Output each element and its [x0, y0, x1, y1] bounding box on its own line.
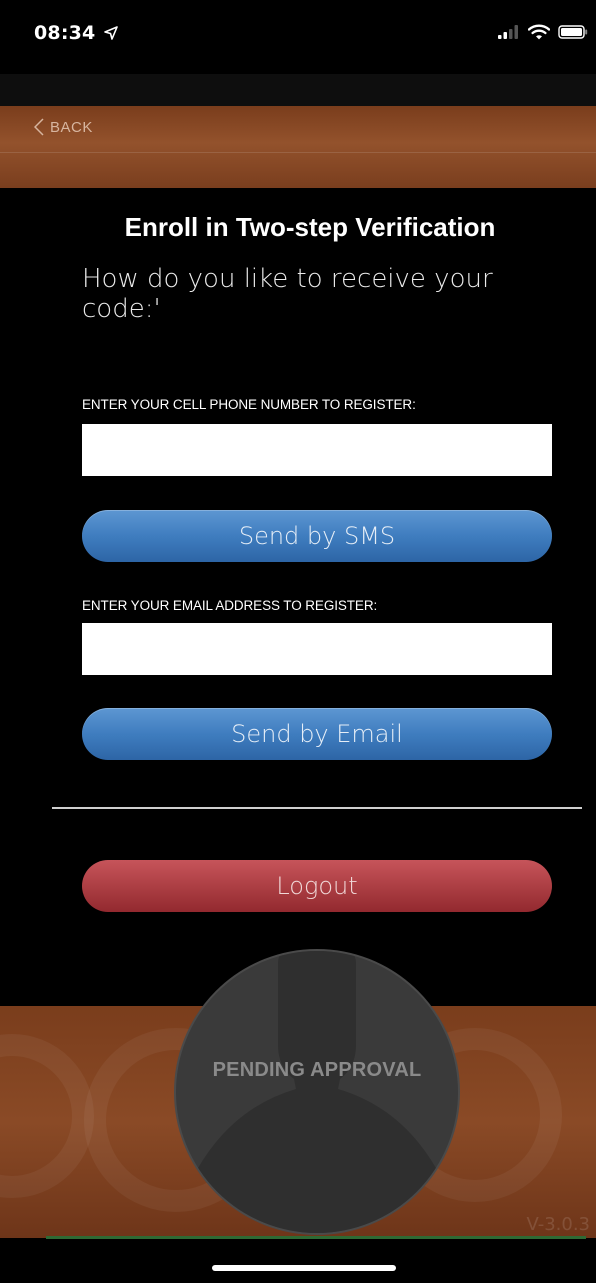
email-field-label: ENTER YOUR EMAIL ADDRESS TO REGISTER: — [82, 598, 378, 613]
phone-field-label: ENTER YOUR CELL PHONE NUMBER TO REGISTER… — [82, 397, 416, 412]
header-divider — [0, 152, 596, 153]
page-title: Enroll in Two-step Verification — [124, 212, 496, 242]
status-time: 08:34 — [34, 22, 119, 44]
person-silhouette-icon — [192, 951, 442, 1233]
pending-approval-label: PENDING APPROVAL — [212, 1059, 422, 1081]
status-icons — [498, 24, 588, 40]
page-subtitle: How do you like to receive your code:' — [82, 264, 493, 324]
cellular-signal-icon — [498, 25, 518, 39]
chevron-left-icon — [34, 118, 44, 136]
clock: 08:34 — [34, 22, 96, 44]
wifi-icon — [528, 24, 550, 40]
logout-button[interactable]: Logout — [82, 860, 552, 912]
send-by-sms-button[interactable]: Send by SMS — [82, 510, 552, 562]
email-address-input[interactable] — [82, 623, 552, 675]
section-divider — [52, 807, 582, 809]
battery-icon — [558, 25, 588, 39]
nav-strip — [0, 74, 596, 106]
background-decoration — [0, 1034, 94, 1198]
footer-accent-line — [46, 1236, 586, 1239]
send-by-email-button[interactable]: Send by Email — [82, 708, 552, 760]
home-indicator[interactable] — [212, 1265, 396, 1271]
status-bar: 08:34 — [0, 0, 596, 74]
location-arrow-icon — [104, 26, 119, 40]
profile-avatar[interactable] — [174, 949, 460, 1235]
phone-number-input[interactable] — [82, 424, 552, 476]
version-label: V-3.0.3 — [526, 1214, 590, 1235]
back-label: BACK — [50, 118, 93, 136]
back-button[interactable]: BACK — [34, 118, 93, 136]
